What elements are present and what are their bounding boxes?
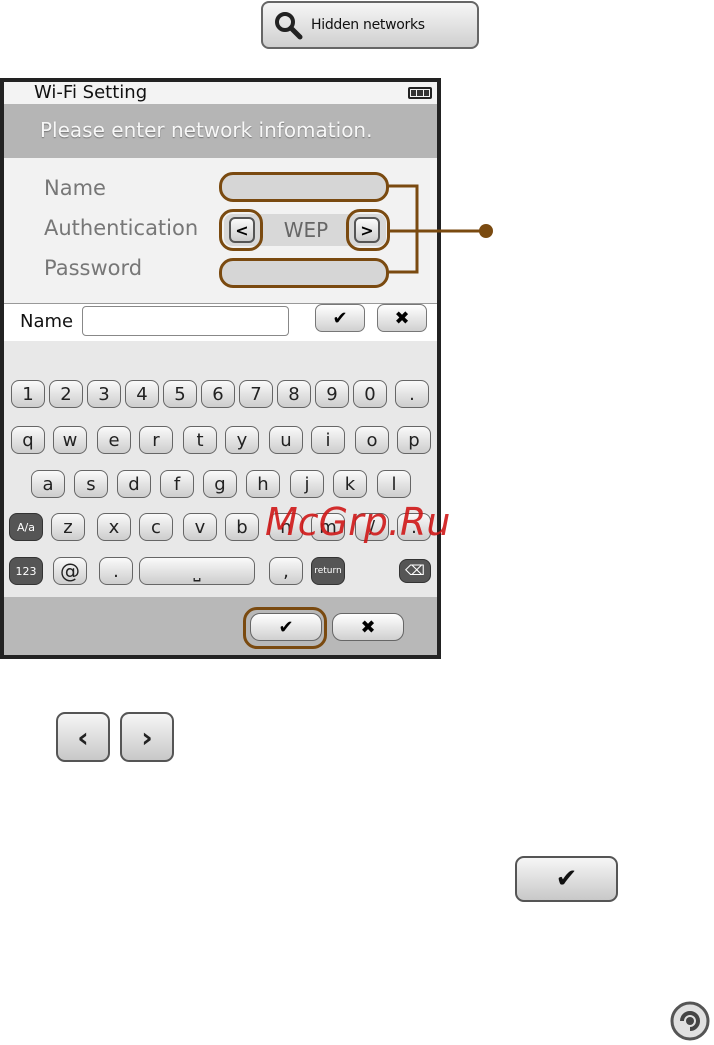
key[interactable]: t xyxy=(183,426,217,454)
confirm-check-button[interactable]: ✔ xyxy=(515,856,618,902)
key[interactable]: v xyxy=(183,513,217,541)
check-icon: ✔ xyxy=(332,307,348,329)
key[interactable]: w xyxy=(53,426,87,454)
note-icon xyxy=(670,1001,710,1041)
chevron-left-icon: ‹ xyxy=(77,720,89,754)
period-key[interactable]: . xyxy=(99,557,133,585)
key[interactable]: . xyxy=(395,380,429,408)
key[interactable]: c xyxy=(139,513,173,541)
key[interactable]: 2 xyxy=(49,380,83,408)
key[interactable]: l xyxy=(377,470,411,498)
callout-ring-right xyxy=(346,209,390,251)
key[interactable]: g xyxy=(203,470,237,498)
key[interactable]: d xyxy=(117,470,151,498)
hidden-networks-button[interactable]: Hidden networks xyxy=(261,1,479,49)
password-field[interactable] xyxy=(219,258,389,288)
keyboard-text-input[interactable] xyxy=(82,306,289,336)
hidden-networks-label: Hidden networks xyxy=(311,17,425,33)
chevron-right-icon: › xyxy=(141,720,153,754)
space-key[interactable]: ⎵ xyxy=(139,557,255,585)
auth-value: WEP xyxy=(283,218,329,242)
key[interactable]: h xyxy=(246,470,280,498)
comma-key[interactable]: , xyxy=(269,557,303,585)
numbers-key[interactable]: 123 xyxy=(9,557,43,585)
key[interactable]: z xyxy=(51,513,85,541)
name-label: Name xyxy=(44,176,106,200)
key[interactable]: a xyxy=(31,470,65,498)
callout-bracket xyxy=(388,184,493,274)
header-text: Please enter network infomation. xyxy=(40,118,373,142)
keyboard-ok-button[interactable]: ✔ xyxy=(315,304,365,332)
search-icon xyxy=(275,12,303,40)
callout-ring-left xyxy=(219,209,263,251)
key[interactable]: i xyxy=(311,426,345,454)
battery-icon xyxy=(408,87,432,99)
key[interactable]: x xyxy=(97,513,131,541)
key[interactable]: 0 xyxy=(353,380,387,408)
close-icon: ✖ xyxy=(394,307,410,329)
keyboard-input-label: Name xyxy=(20,311,74,332)
shift-key[interactable]: A/a xyxy=(9,513,43,541)
watermark: McGrp.Ru xyxy=(265,500,451,544)
password-label: Password xyxy=(44,256,143,280)
next-arrow-button[interactable]: › xyxy=(120,712,174,762)
prev-arrow-button[interactable]: ‹ xyxy=(56,712,110,762)
keyboard-cancel-button[interactable]: ✖ xyxy=(377,304,427,332)
key[interactable]: 4 xyxy=(125,380,159,408)
auth-label: Authentication xyxy=(44,216,199,240)
key[interactable]: q xyxy=(11,426,45,454)
key[interactable]: 7 xyxy=(239,380,273,408)
backspace-key[interactable]: ⌫ xyxy=(399,559,431,583)
cancel-button[interactable]: ✖ xyxy=(332,613,404,641)
key[interactable]: f xyxy=(160,470,194,498)
key[interactable]: j xyxy=(290,470,324,498)
key[interactable]: s xyxy=(74,470,108,498)
key[interactable]: u xyxy=(269,426,303,454)
key[interactable]: r xyxy=(139,426,173,454)
key[interactable]: k xyxy=(333,470,367,498)
key[interactable]: 9 xyxy=(315,380,349,408)
key[interactable]: e xyxy=(97,426,131,454)
name-field[interactable] xyxy=(219,172,389,202)
callout-ring-confirm xyxy=(243,607,327,649)
screen-title: Wi-Fi Setting xyxy=(34,82,148,103)
return-key[interactable]: return xyxy=(311,557,345,585)
key[interactable]: 3 xyxy=(87,380,121,408)
close-icon: ✖ xyxy=(360,616,376,638)
key[interactable]: 5 xyxy=(163,380,197,408)
key[interactable]: b xyxy=(225,513,259,541)
key[interactable]: 6 xyxy=(201,380,235,408)
key[interactable]: 8 xyxy=(277,380,311,408)
key[interactable]: 1 xyxy=(11,380,45,408)
at-key[interactable]: @ xyxy=(53,557,87,585)
check-icon: ✔ xyxy=(555,864,578,894)
key[interactable]: y xyxy=(225,426,259,454)
key[interactable]: o xyxy=(355,426,389,454)
key[interactable]: p xyxy=(397,426,431,454)
